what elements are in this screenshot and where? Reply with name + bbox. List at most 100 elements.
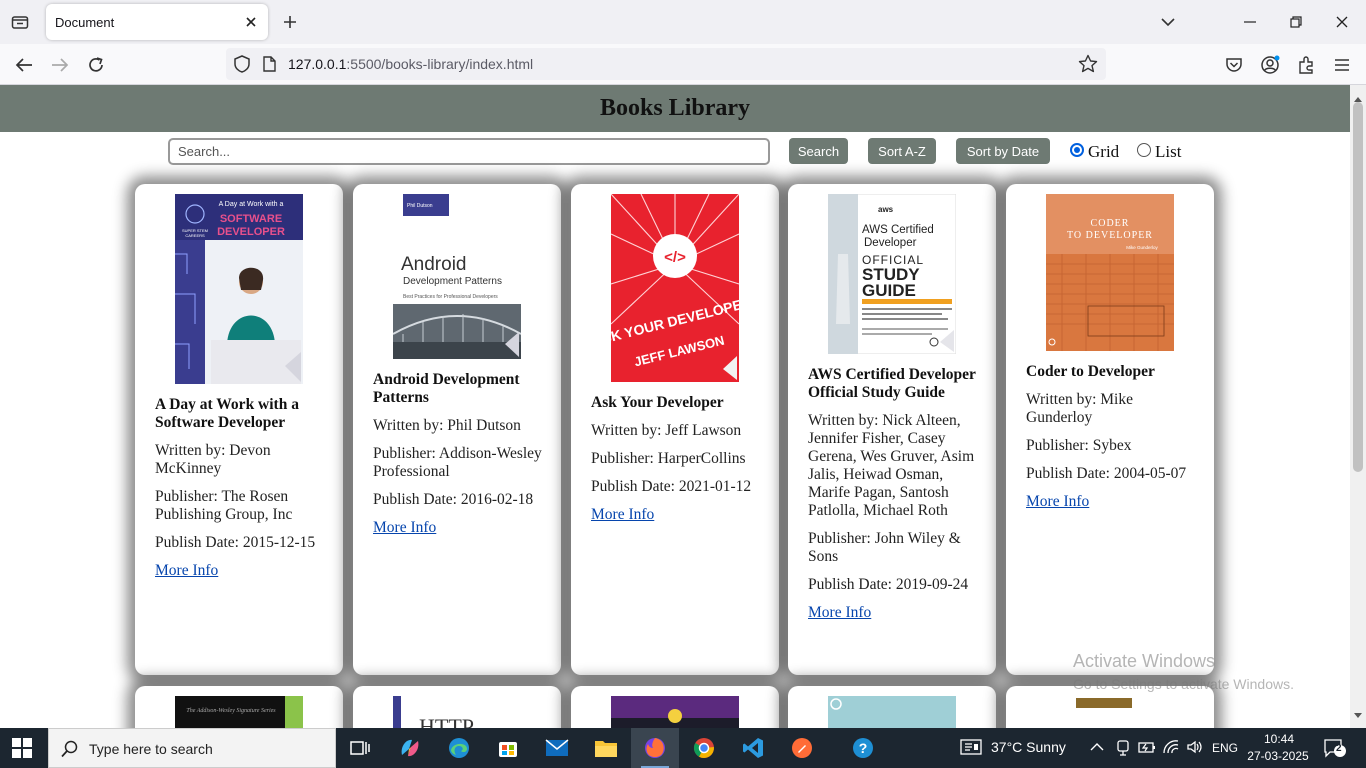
book-author: Written by: Devon McKinney: [155, 442, 271, 477]
microsoft-store-icon[interactable]: [484, 728, 532, 768]
book-info: Android Development Patterns Written by:…: [373, 371, 545, 537]
book-author: Written by: Jeff Lawson: [591, 422, 742, 439]
more-info-link[interactable]: More Info: [155, 562, 218, 580]
minimize-icon[interactable]: [1238, 12, 1262, 32]
list-radio-label[interactable]: List: [1155, 142, 1181, 162]
extensions-icon[interactable]: [1294, 53, 1318, 77]
new-tab-icon[interactable]: [280, 12, 300, 32]
book-title: A Day at Work with a Software Developer: [155, 396, 299, 431]
pocket-icon[interactable]: [1222, 53, 1246, 77]
book-author: Written by: Phil Dutson: [373, 417, 521, 434]
cover-text: Android: [401, 254, 467, 275]
activation-watermark-title: Activate Windows: [1073, 651, 1216, 671]
site-header: Books Library: [0, 85, 1350, 132]
url-bar[interactable]: 127.0.0.1:5500/books-library/index.html: [226, 48, 1106, 80]
svg-text:SOFTWARE: SOFTWARE: [220, 213, 282, 225]
edge-icon[interactable]: [435, 728, 483, 768]
svg-text:?: ?: [859, 740, 868, 756]
activation-watermark-subtitle: Go to Settings to activate Windows.: [1073, 676, 1294, 692]
book-cover: The Addison-Wesley Signature Series: [175, 696, 303, 728]
cover-text: aws: [878, 205, 894, 214]
chrome-icon[interactable]: [680, 728, 728, 768]
taskbar-search-box[interactable]: Type here to search: [48, 728, 336, 768]
tab-close-icon[interactable]: [242, 13, 260, 31]
more-info-link[interactable]: More Info: [373, 519, 436, 537]
chevron-up-icon[interactable]: [1090, 738, 1104, 761]
forward-arrow-icon[interactable]: [48, 53, 72, 77]
bookmark-star-icon[interactable]: [1078, 54, 1098, 79]
book-cover: A Day at Work with a SOFTWARE DEVELOPER …: [175, 194, 303, 384]
language-indicator[interactable]: ENG: [1212, 741, 1238, 755]
taskbar: Type here to search ? 37°C Sunny ENG 10:…: [0, 728, 1366, 768]
clock-time[interactable]: 10:44: [1264, 732, 1294, 746]
mail-icon[interactable]: [533, 728, 581, 768]
firefox-icon[interactable]: [631, 728, 679, 768]
book-title: Android Development Patterns: [373, 371, 520, 406]
tab-title: Document: [55, 15, 115, 30]
url-host: 127.0.0.1: [288, 56, 347, 72]
task-view-icon[interactable]: [336, 728, 384, 768]
windows-start-icon[interactable]: [12, 738, 32, 763]
vscode-icon[interactable]: [729, 728, 777, 768]
chevron-down-icon[interactable]: [1158, 12, 1178, 32]
book-card: [571, 686, 779, 728]
volume-icon[interactable]: [1186, 738, 1204, 761]
more-info-link[interactable]: More Info: [1026, 493, 1089, 511]
tab-list-icon[interactable]: [8, 10, 32, 34]
more-info-link[interactable]: More Info: [591, 506, 654, 524]
weather-text[interactable]: 37°C Sunny: [991, 739, 1066, 755]
book-publisher: Publisher: HarperCollins: [591, 450, 746, 467]
reload-icon[interactable]: [84, 53, 108, 77]
book-cover: [1046, 696, 1174, 728]
book-publisher: Publisher: Sybex: [1026, 437, 1132, 454]
book-author: Written by: Nick Alteen, Jennifer Fisher…: [808, 412, 975, 519]
book-cover: [828, 696, 956, 728]
wifi-icon[interactable]: [1162, 738, 1180, 761]
cover-text: Development Patterns: [403, 276, 502, 287]
cover-text: Mike Gunderloy: [1126, 245, 1158, 250]
book-card: </> ASK YOUR DEVELOPER JEFF LAWSON Ask Y…: [571, 184, 779, 675]
book-publish-date: Publish Date: 2015-12-15: [155, 534, 316, 551]
book-info: A Day at Work with a Software Developer …: [155, 396, 327, 580]
browser-tab-bar: Document: [0, 0, 1366, 44]
copilot-icon[interactable]: [386, 728, 434, 768]
file-explorer-icon[interactable]: [582, 728, 630, 768]
svg-text:DEVELOPER: DEVELOPER: [217, 226, 285, 238]
book-card: A Day at Work with a SOFTWARE DEVELOPER …: [135, 184, 343, 675]
back-arrow-icon[interactable]: [12, 53, 36, 77]
sort-az-button[interactable]: Sort A-Z: [868, 138, 936, 164]
meet-now-icon[interactable]: [1115, 738, 1131, 761]
scroll-down-icon[interactable]: [1354, 706, 1362, 724]
postman-icon[interactable]: [778, 728, 826, 768]
menu-icon[interactable]: [1330, 53, 1354, 77]
book-info: Ask Your Developer Written by: Jeff Laws…: [591, 394, 763, 524]
book-publish-date: Publish Date: 2004-05-07: [1026, 465, 1187, 482]
page-scrollbar[interactable]: [1350, 85, 1366, 728]
book-cover: CODER TO DEVELOPER Mike Gunderloy: [1046, 194, 1174, 351]
notification-icon[interactable]: [1324, 738, 1346, 763]
browser-tab[interactable]: Document: [46, 4, 268, 40]
scrollbar-thumb[interactable]: [1353, 102, 1363, 472]
taskbar-search-placeholder: Type here to search: [89, 741, 213, 757]
window-close-icon[interactable]: [1330, 12, 1354, 32]
grid-radio[interactable]: [1070, 143, 1084, 157]
clock-date[interactable]: 27-03-2025: [1244, 749, 1312, 763]
restore-icon[interactable]: [1284, 12, 1308, 32]
account-icon[interactable]: [1258, 53, 1282, 77]
cover-text: Developer: [864, 237, 917, 249]
shield-icon[interactable]: [234, 55, 250, 78]
sort-by-date-button[interactable]: Sort by Date: [956, 138, 1050, 164]
book-publisher: Publisher: The Rosen Publishing Group, I…: [155, 488, 293, 523]
book-cover: HTTP: [393, 696, 521, 728]
search-input[interactable]: [168, 138, 770, 165]
svg-text:CAREERS: CAREERS: [185, 233, 205, 238]
weather-icon[interactable]: [960, 738, 984, 761]
search-button[interactable]: Search: [789, 138, 848, 164]
book-card: HTTP: [353, 686, 561, 728]
battery-icon[interactable]: [1138, 738, 1156, 761]
more-info-link[interactable]: More Info: [808, 604, 871, 622]
book-publisher: Publisher: John Wiley & Sons: [808, 530, 961, 565]
list-radio[interactable]: [1137, 143, 1151, 157]
grid-radio-label[interactable]: Grid: [1088, 142, 1119, 162]
help-icon[interactable]: ?: [839, 728, 887, 768]
